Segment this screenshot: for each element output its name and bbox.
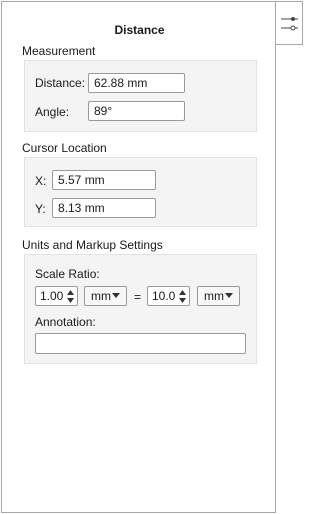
side-tab-settings[interactable] bbox=[276, 1, 303, 45]
scale-right-unit: mm bbox=[204, 289, 224, 303]
scale-left-value: 1.00 bbox=[40, 289, 64, 303]
units-group: Scale Ratio: 1.00 mm = 10.0 mm Annotatio… bbox=[24, 254, 257, 364]
angle-label: Angle: bbox=[35, 105, 70, 119]
scale-right-unit-select[interactable]: mm bbox=[197, 286, 240, 306]
y-label: Y: bbox=[35, 202, 46, 216]
cursor-section-label: Cursor Location bbox=[22, 141, 107, 155]
stepper-down-icon[interactable] bbox=[177, 296, 188, 304]
annotation-label: Annotation: bbox=[35, 315, 96, 329]
stepper-up-icon[interactable] bbox=[177, 288, 188, 296]
scale-ratio-label: Scale Ratio: bbox=[35, 267, 100, 281]
cursor-group: X: 5.57 mm Y: 8.13 mm bbox=[24, 157, 257, 227]
measurement-group: Distance: 62.88 mm Angle: 89° bbox=[24, 60, 257, 132]
stepper-down-icon[interactable] bbox=[65, 296, 76, 304]
chevron-down-icon bbox=[112, 293, 120, 298]
distance-panel: Distance Measurement Distance: 62.88 mm … bbox=[1, 1, 276, 513]
scale-left-unit: mm bbox=[91, 289, 111, 303]
scale-left-unit-select[interactable]: mm bbox=[84, 286, 127, 306]
panel-title: Distance bbox=[114, 23, 165, 37]
chevron-down-icon bbox=[225, 293, 233, 298]
stepper-up-icon[interactable] bbox=[65, 288, 76, 296]
scale-left-stepper[interactable]: 1.00 bbox=[35, 286, 78, 306]
y-field[interactable]: 8.13 mm bbox=[52, 198, 156, 218]
scale-right-value: 10.0 bbox=[152, 289, 176, 303]
x-field[interactable]: 5.57 mm bbox=[52, 170, 156, 190]
measurement-section-label: Measurement bbox=[22, 44, 96, 58]
units-section-label: Units and Markup Settings bbox=[22, 238, 163, 252]
angle-field[interactable]: 89° bbox=[88, 101, 185, 121]
distance-field[interactable]: 62.88 mm bbox=[88, 73, 185, 93]
equals-sign: = bbox=[134, 290, 142, 304]
distance-label: Distance: bbox=[35, 76, 86, 90]
x-label: X: bbox=[35, 174, 47, 188]
annotation-field[interactable] bbox=[35, 333, 246, 354]
sliders-icon bbox=[281, 17, 298, 31]
scale-right-stepper[interactable]: 10.0 bbox=[147, 286, 190, 306]
